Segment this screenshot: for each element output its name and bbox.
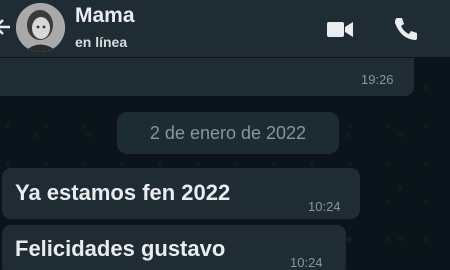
- message-bubble[interactable]: Felicidades gustavo 10:24: [2, 225, 346, 270]
- back-arrow-icon[interactable]: [0, 18, 12, 36]
- message-time: 10:24: [290, 255, 323, 270]
- contact-name[interactable]: Mama: [75, 4, 135, 28]
- contact-status: en línea: [75, 34, 128, 50]
- contact-avatar[interactable]: [16, 3, 65, 52]
- message-text: Felicidades gustavo: [15, 236, 226, 261]
- message-time: 10:24: [308, 199, 341, 214]
- video-call-icon[interactable]: [325, 14, 355, 44]
- message-text: Ya estamos fen 2022: [15, 180, 231, 205]
- date-separator-label: 2 de enero de 2022: [149, 122, 307, 143]
- phone-call-icon[interactable]: [391, 14, 421, 44]
- message-bubble-previous[interactable]: 19:26: [0, 58, 414, 96]
- message-bubble[interactable]: Ya estamos fen 2022 10:24: [2, 168, 360, 219]
- chat-header: Mama en línea: [0, 0, 450, 57]
- date-separator: 2 de enero de 2022: [117, 112, 339, 154]
- message-time: 19:26: [361, 72, 394, 87]
